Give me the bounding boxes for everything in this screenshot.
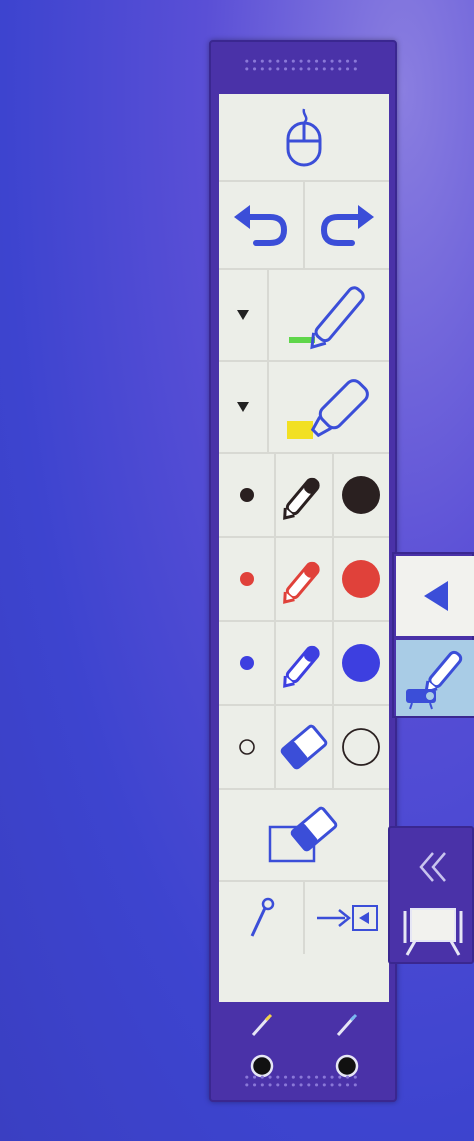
highlighter-dropdown-button[interactable] [219,362,267,452]
redo-button[interactable] [303,182,389,268]
annotation-toolbar [209,40,397,1102]
pen-icon [283,561,320,604]
blue-pen-row [219,622,389,706]
expand-toolbar-button[interactable] [390,842,474,892]
undo-redo-row [219,182,389,270]
red-pen-thick-button[interactable] [331,538,389,620]
tool-panel [219,94,389,1002]
red-pen-button[interactable] [274,538,331,620]
pen-icon [289,286,365,350]
pen-icon [251,1013,272,1036]
triangle-left-icon [424,581,448,611]
black-pen-row [219,454,389,538]
exit-button[interactable] [303,882,389,954]
double-chevron-left-icon [419,852,446,882]
highlighter-button[interactable] [267,362,389,452]
pen-slot-1[interactable] [219,1006,304,1046]
small-circle-icon [238,739,255,755]
small-dot-icon [239,572,254,586]
blue-pen-thin-button[interactable] [219,622,274,704]
blue-pen-button[interactable] [274,622,331,704]
whiteboard-button[interactable] [390,900,474,960]
mouse-mode-button[interactable] [219,94,389,180]
dropdown-arrow-icon [237,402,249,412]
large-circle-icon [342,728,381,766]
large-dot-icon [342,476,381,514]
collapse-toolbar-button[interactable] [396,556,474,636]
red-pen-thin-button[interactable] [219,538,274,620]
red-pen-row [219,538,389,622]
pen-icon [336,1013,357,1036]
projector-pen-icon [406,650,463,710]
toolbar-bottom-grip[interactable] [241,1072,365,1090]
black-pen-thin-button[interactable] [219,454,274,536]
mouse-mode-row [219,94,389,182]
eraser-thick-button[interactable] [331,706,389,788]
clear-screen-button[interactable] [219,790,389,880]
pen-icon [283,477,320,520]
black-pen-thick-button[interactable] [331,454,389,536]
pin-icon [250,897,275,937]
eraser-icon [280,724,328,770]
large-dot-icon [342,644,381,682]
black-pen-button[interactable] [274,454,331,536]
highlighter-icon [287,379,369,439]
pen-icon [283,645,320,688]
highlighter-row [219,362,389,454]
pen-row [219,270,389,362]
dropdown-arrow-icon [237,310,249,320]
eraser-button[interactable] [274,706,331,788]
pen-button[interactable] [267,270,389,360]
small-dot-icon [239,488,254,502]
undo-button[interactable] [219,182,303,268]
undo-icon [234,205,288,246]
clear-screen-icon [268,806,338,863]
redo-icon [320,205,374,246]
eraser-thin-button[interactable] [219,706,274,788]
side-view-panel [388,826,474,964]
pen-slot-2[interactable] [304,1006,389,1046]
side-mode-panel [392,552,474,718]
toolbar-top-grip[interactable] [241,56,365,74]
exit-icon [317,905,378,931]
pen-dropdown-button[interactable] [219,270,267,360]
projector-pen-mode-button[interactable] [396,640,474,716]
large-dot-icon [342,560,381,598]
mouse-icon [286,108,322,167]
clear-screen-row [219,790,389,882]
pin-button[interactable] [219,882,303,954]
blue-pen-thick-button[interactable] [331,622,389,704]
pin-exit-row [219,882,389,954]
small-dot-icon [239,656,254,670]
eraser-row [219,706,389,790]
screen-frame-icon [403,908,463,956]
